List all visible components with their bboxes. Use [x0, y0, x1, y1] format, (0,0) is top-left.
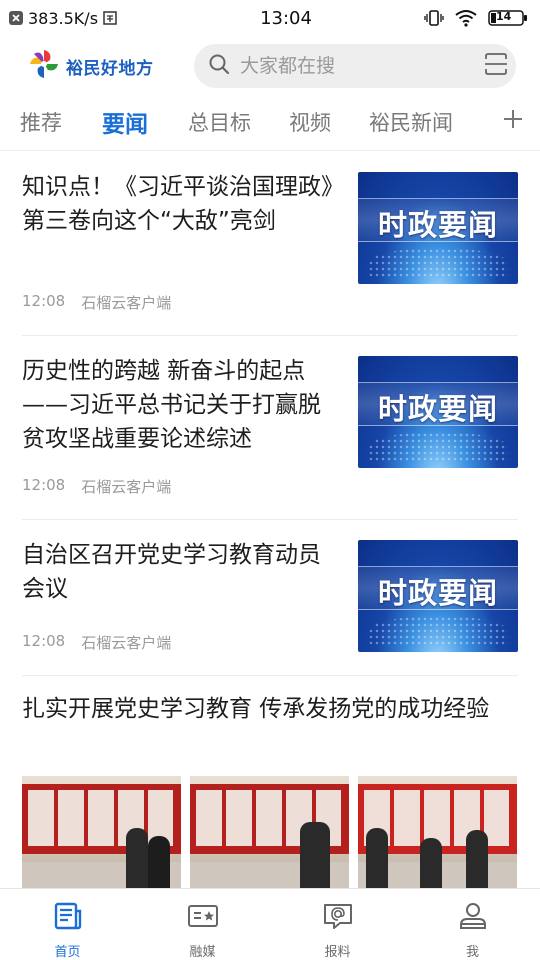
- app-logo[interactable]: 裕民好地方: [28, 48, 188, 84]
- nav-home[interactable]: 首页: [0, 889, 135, 960]
- nav-label: 报料: [324, 945, 351, 960]
- scan-icon[interactable]: [483, 51, 509, 81]
- nav-label: 融媒: [189, 945, 216, 960]
- news-time: 12:08: [22, 476, 66, 494]
- search-bar[interactable]: [194, 44, 516, 88]
- network-speed: 383.5K/s: [28, 8, 99, 28]
- exhibition-photo: [22, 776, 181, 888]
- media-card-icon: [187, 901, 219, 935]
- status-bar: 383.5K/s 13:04 14: [0, 0, 540, 36]
- notification-close-icon: [8, 10, 24, 26]
- news-meta: 12:08 石榴云客户端: [22, 292, 171, 313]
- news-title: 自治区召开党史学习教育动员会议: [22, 542, 321, 602]
- home-news-icon: [53, 901, 83, 935]
- news-thumbnail: 时政要闻: [358, 356, 518, 468]
- thumb-text: 时政要闻: [377, 208, 498, 242]
- news-item[interactable]: 知识点！《习近平谈治国理政》第三卷向这个“大敌”亮剑 12:08 石榴云客户端 …: [22, 152, 518, 336]
- battery-icon: 14: [488, 9, 528, 27]
- news-source: 石榴云客户端: [81, 634, 172, 652]
- exhibition-photo: [190, 776, 349, 888]
- nav-label: 首页: [54, 945, 81, 960]
- tab-video[interactable]: 视频: [289, 107, 331, 137]
- news-title: 扎实开展党史学习教育 传承发扬党的成功经验: [22, 696, 490, 722]
- nav-media[interactable]: 融媒: [135, 889, 270, 960]
- news-time: 12:08: [22, 292, 66, 310]
- user-icon: [458, 901, 488, 935]
- report-message-icon: [322, 901, 354, 935]
- tab-yumin-news[interactable]: 裕民新闻: [369, 107, 453, 137]
- news-thumbnail: 时政要闻: [358, 172, 518, 284]
- nav-me[interactable]: 我: [405, 889, 540, 960]
- search-icon: [208, 53, 230, 79]
- tab-recommend[interactable]: 推荐: [20, 107, 62, 137]
- news-source: 石榴云客户端: [81, 294, 172, 312]
- nav-label: 我: [465, 945, 479, 960]
- wifi-icon: [454, 9, 478, 27]
- vibrate-icon: [424, 8, 444, 28]
- status-left: 383.5K/s: [8, 9, 208, 28]
- status-right: 14: [424, 8, 528, 28]
- news-meta: 12:08 石榴云客户端: [22, 632, 171, 653]
- news-item[interactable]: 历史性的跨越 新奋斗的起点——习近平总书记关于打赢脱贫攻坚战重要论述综述 12:…: [22, 336, 518, 520]
- photo-row: [22, 776, 517, 888]
- thumb-globe-dots: [368, 248, 508, 278]
- nav-report[interactable]: 报料: [270, 889, 405, 960]
- tabs-divider: [0, 150, 540, 151]
- news-item-gallery[interactable]: 扎实开展党史学习教育 传承发扬党的成功经验: [22, 676, 518, 916]
- thumb-globe-dots: [368, 616, 508, 646]
- news-meta: 12:08 石榴云客户端: [22, 476, 171, 497]
- battery-level: 14: [496, 10, 512, 23]
- news-list: 知识点！《习近平谈治国理政》第三卷向这个“大敌”亮剑 12:08 石榴云客户端 …: [0, 152, 540, 916]
- news-thumbnail: 时政要闻: [358, 540, 518, 652]
- add-channel-button[interactable]: [496, 104, 530, 138]
- logo-text: 裕民好地方: [66, 58, 154, 79]
- tab-headlines[interactable]: 要闻: [102, 105, 148, 139]
- news-item[interactable]: 自治区召开党史学习教育动员会议 12:08 石榴云客户端 时政要闻: [22, 520, 518, 676]
- plus-icon: [502, 108, 524, 134]
- news-time: 12:08: [22, 632, 66, 650]
- thumb-text: 时政要闻: [377, 392, 498, 426]
- news-title: 知识点！《习近平谈治国理政》第三卷向这个“大敌”亮剑: [22, 174, 333, 234]
- pinwheel-logo-icon: [28, 48, 60, 84]
- thumb-globe-dots: [368, 432, 508, 462]
- status-time: 13:04: [260, 7, 312, 29]
- search-input[interactable]: [240, 55, 483, 77]
- thumb-text: 时政要闻: [377, 576, 498, 610]
- tabs-fade: [456, 100, 496, 144]
- bottom-nav: 首页 融媒 报料 我: [0, 888, 540, 960]
- news-title: 历史性的跨越 新奋斗的起点——习近平总书记关于打赢脱贫攻坚战重要论述综述: [22, 358, 321, 452]
- channel-tabs: 推荐 要闻 总目标 视频 裕民新闻: [0, 100, 540, 144]
- download-icon: [102, 10, 118, 26]
- tab-goal[interactable]: 总目标: [188, 107, 251, 137]
- exhibition-photo: [358, 776, 517, 888]
- news-source: 石榴云客户端: [81, 478, 172, 496]
- app-header: 裕民好地方: [0, 40, 540, 92]
